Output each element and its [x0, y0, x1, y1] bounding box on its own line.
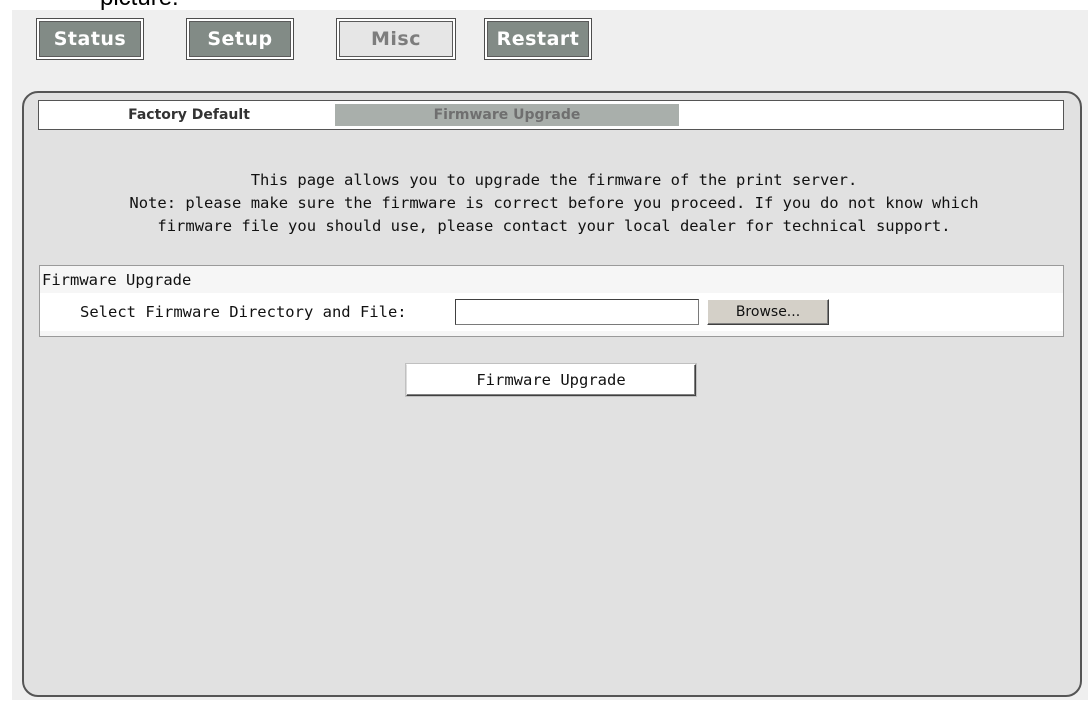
nav-setup-button[interactable]: Setup	[186, 18, 294, 60]
nav-misc-label: Misc	[339, 21, 453, 57]
file-select-label: Select Firmware Directory and File:	[80, 303, 407, 321]
nav-status-button[interactable]: Status	[36, 18, 144, 60]
browse-button[interactable]: Browse...	[707, 299, 829, 325]
nav-setup-label: Setup	[189, 21, 291, 57]
intro-line-2: Note: please make sure the firmware is c…	[129, 194, 979, 212]
content-panel: Factory Default Firmware Upgrade This pa…	[22, 91, 1082, 697]
nav-restart-button[interactable]: Restart	[484, 18, 592, 60]
intro-text: This page allows you to upgrade the firm…	[24, 169, 1084, 238]
firmware-upgrade-section: Firmware Upgrade Select Firmware Directo…	[39, 265, 1064, 337]
intro-line-3: firmware file you should use, please con…	[157, 217, 951, 235]
nav-misc-button[interactable]: Misc	[336, 18, 456, 60]
nav-status-label: Status	[39, 21, 141, 57]
file-select-row: Select Firmware Directory and File: Brow…	[40, 293, 1063, 331]
tab-factory-default[interactable]: Factory Default	[89, 104, 289, 126]
firmware-file-input[interactable]	[455, 299, 699, 325]
firmware-upgrade-button[interactable]: Firmware Upgrade	[406, 364, 696, 396]
overlay-caption: picture.	[100, 0, 179, 10]
section-heading: Firmware Upgrade	[42, 271, 192, 289]
subtab-bar: Factory Default Firmware Upgrade	[38, 100, 1064, 130]
intro-line-1: This page allows you to upgrade the firm…	[250, 171, 858, 189]
tab-firmware-upgrade[interactable]: Firmware Upgrade	[335, 104, 679, 126]
nav-restart-label: Restart	[487, 21, 589, 57]
